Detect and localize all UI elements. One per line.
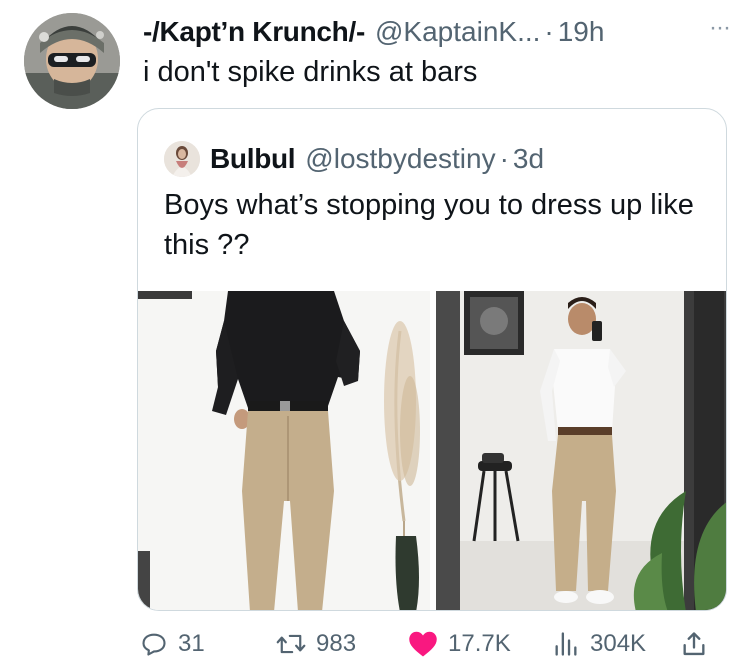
reply-icon — [140, 630, 178, 658]
tweet-text: i don't spike drinks at bars — [143, 56, 478, 88]
author-handle[interactable]: @KaptainK... — [375, 16, 540, 48]
like-button[interactable]: 17.7K — [408, 622, 511, 666]
views-icon — [552, 630, 590, 658]
quoted-tweet-card[interactable]: Bulbul @lostbydestiny · 3d Boys what’s s… — [137, 108, 727, 611]
retweet-icon — [276, 630, 316, 658]
separator-dot: · — [499, 143, 509, 174]
tweet-actions: 31 983 17.7K 304K — [140, 622, 730, 666]
media-photo-right[interactable] — [436, 291, 726, 610]
quoted-author-handle[interactable]: @lostbydestiny — [305, 143, 495, 175]
reply-button[interactable]: 31 — [140, 622, 205, 666]
heart-icon — [408, 630, 448, 658]
quoted-author-avatar — [164, 141, 200, 177]
tweet-timestamp[interactable]: 19h — [558, 16, 605, 48]
share-button[interactable] — [680, 622, 718, 666]
quoted-author-name[interactable]: Bulbul — [210, 143, 296, 175]
views-count: 304K — [590, 630, 647, 657]
more-icon[interactable]: ··· — [709, 14, 731, 42]
share-icon — [680, 630, 718, 658]
quoted-tweet-media — [138, 291, 726, 610]
reply-count: 31 — [178, 630, 205, 657]
tweet-header: -/Kapt’n Krunch/- @KaptainK... · 19h ··· — [143, 12, 731, 52]
like-count: 17.7K — [448, 630, 511, 657]
separator-dot: · — [544, 16, 554, 47]
media-photo-left[interactable] — [138, 291, 430, 610]
quoted-tweet-text: Boys what’s stopping you to dress up lik… — [164, 189, 694, 261]
quoted-tweet-timestamp[interactable]: 3d — [513, 143, 544, 175]
quoted-tweet-header: Bulbul @lostbydestiny · 3d — [164, 141, 544, 177]
retweet-count: 983 — [316, 630, 357, 657]
author-name[interactable]: -/Kapt’n Krunch/- — [143, 16, 365, 48]
views-button[interactable]: 304K — [552, 622, 646, 666]
author-avatar[interactable] — [24, 13, 120, 109]
retweet-button[interactable]: 983 — [276, 622, 356, 666]
